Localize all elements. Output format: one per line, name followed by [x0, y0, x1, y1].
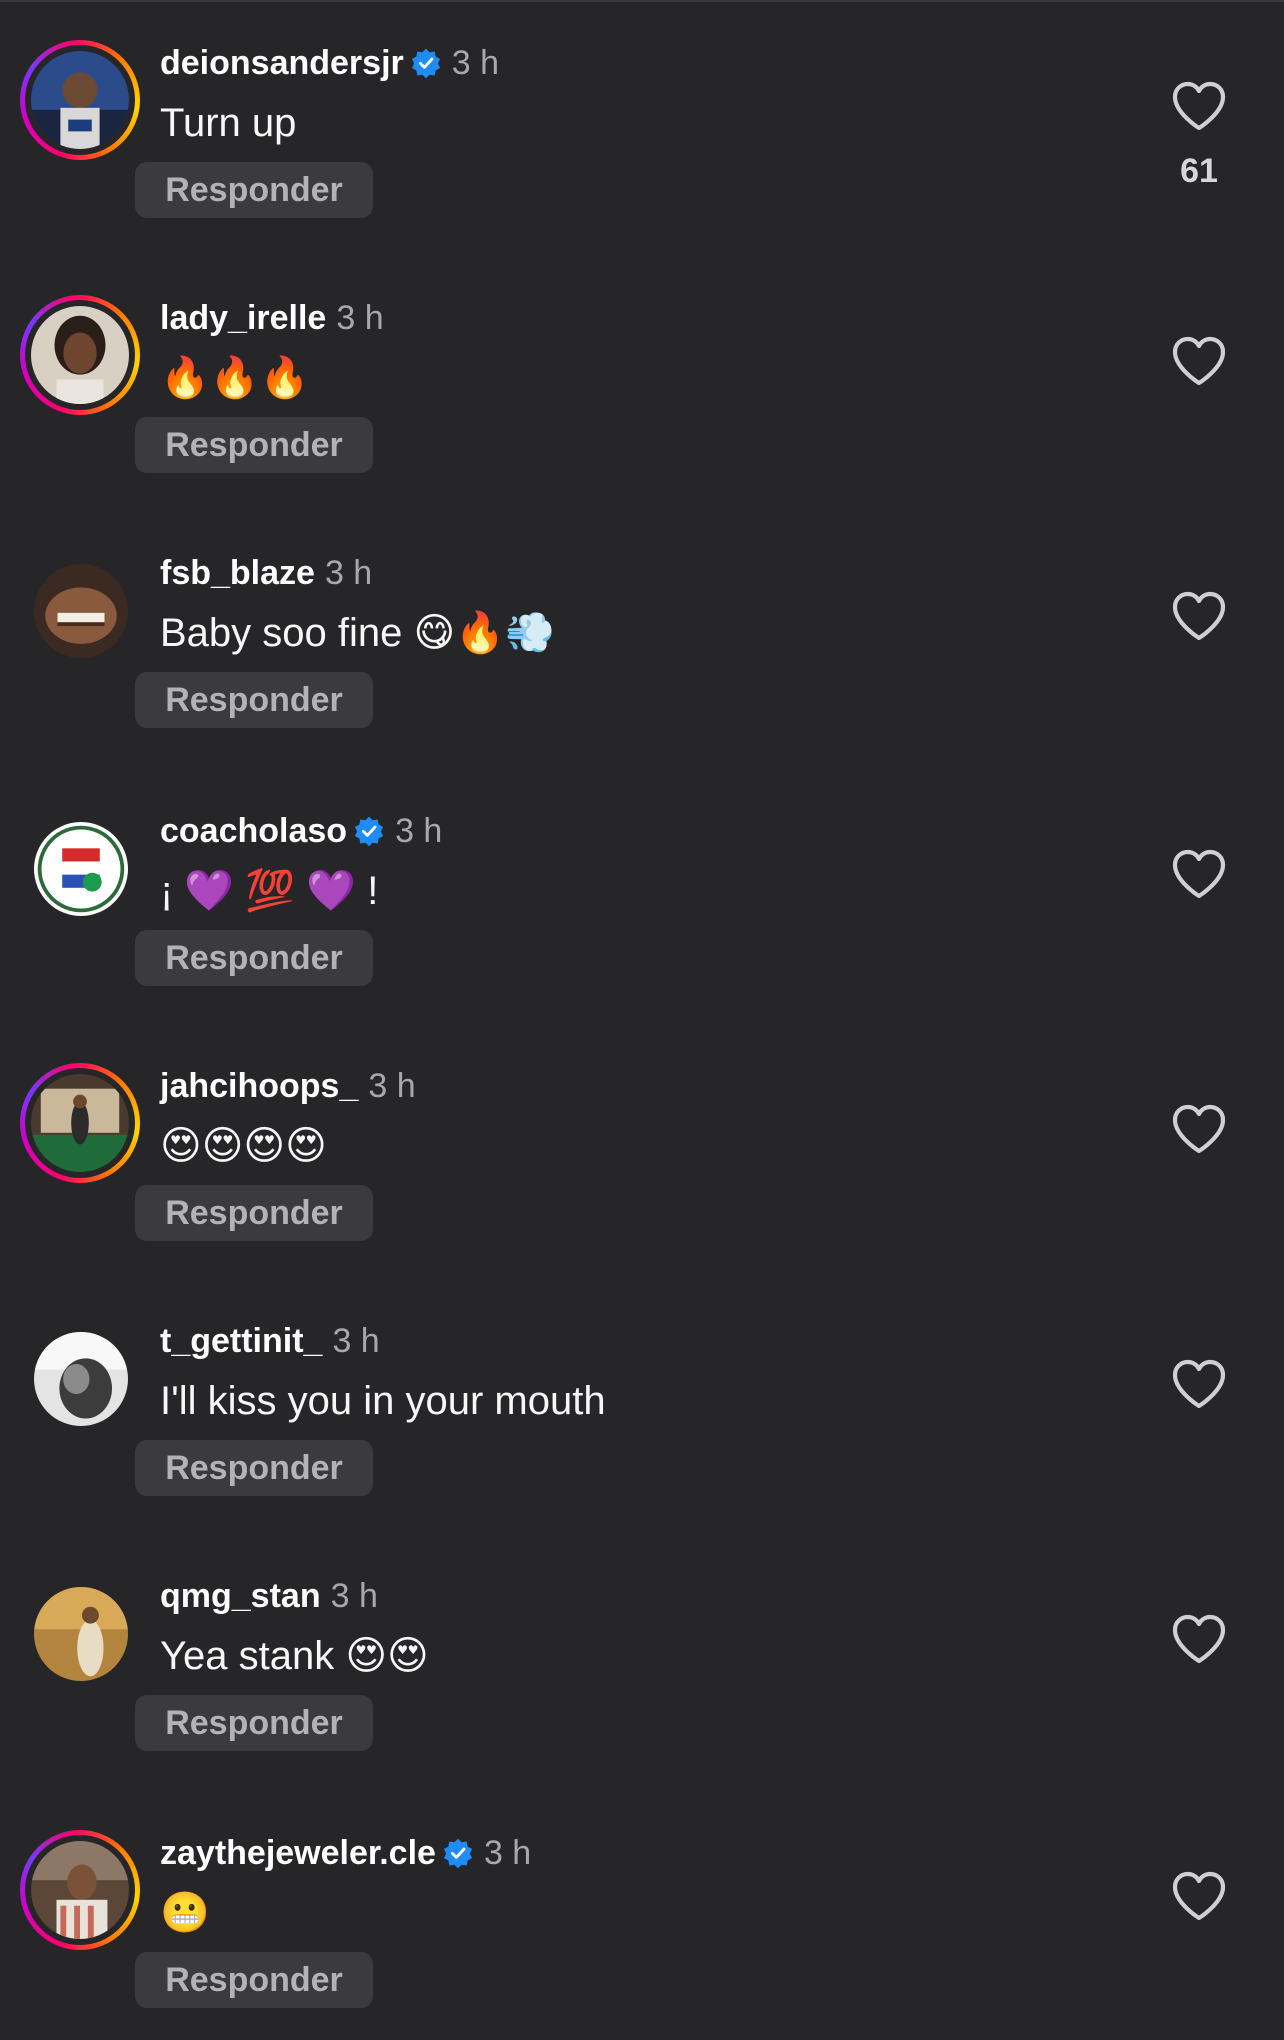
heart-outline-icon[interactable]	[1170, 1870, 1228, 1922]
avatar[interactable]	[34, 1332, 128, 1426]
timestamp: 3 h	[368, 1067, 416, 1105]
avatar[interactable]	[31, 1074, 129, 1172]
comment-item: coacholaso 3 h ¡ 💜 💯 💜 ! Responder	[0, 768, 1284, 1018]
reply-button[interactable]: Responder	[135, 672, 373, 728]
avatar[interactable]	[34, 564, 128, 658]
timestamp: 3 h	[483, 1834, 532, 1872]
reply-button[interactable]: Responder	[135, 1440, 373, 1496]
avatar[interactable]	[34, 822, 128, 916]
timestamp: 3 h	[451, 44, 500, 82]
reply-button[interactable]: Responder	[135, 1185, 373, 1241]
verified-badge-icon	[443, 1838, 473, 1869]
timestamp: 3 h	[332, 1322, 380, 1360]
comment-item: t_gettinit_ 3 h I'll kiss you in your mou…	[0, 1278, 1284, 1528]
like-count: 61	[1180, 152, 1218, 190]
comment-text: 😬	[160, 1891, 210, 1935]
comment-header: t_gettinit_ 3 h	[160, 1320, 380, 1362]
timestamp: 3 h	[324, 554, 373, 592]
username[interactable]: jahcihoops_	[160, 1067, 358, 1105]
reply-button[interactable]: Responder	[135, 930, 373, 986]
comment-item: fsb_blaze 3 h Baby soo fine 😋🔥💨 Responder	[0, 510, 1284, 760]
username[interactable]: lady_irelle	[160, 299, 326, 337]
avatar[interactable]	[34, 1587, 128, 1681]
username[interactable]: deionsandersjr	[160, 44, 404, 82]
avatar-frame[interactable]	[20, 1318, 140, 1438]
comment-text: Baby soo fine 😋🔥💨	[160, 611, 555, 655]
avatar[interactable]	[31, 51, 129, 149]
heart-outline-icon[interactable]	[1170, 335, 1228, 387]
timestamp: 3 h	[395, 812, 443, 850]
heart-outline-icon[interactable]	[1170, 80, 1228, 132]
avatar[interactable]	[31, 306, 129, 404]
reply-button[interactable]: Responder	[135, 1952, 373, 2008]
comment-item: lady_irelle 3 h 🔥🔥🔥 Responder	[0, 255, 1284, 505]
comment-text: ¡ 💜 💯 💜 !	[160, 869, 379, 913]
comment-item: qmg_stan 3 h Yea stank 😍😍 Responder	[0, 1533, 1284, 1783]
reply-button[interactable]: Responder	[135, 417, 373, 473]
avatar-story-ring[interactable]	[20, 295, 140, 415]
heart-outline-icon[interactable]	[1170, 1613, 1228, 1665]
comment-text: Yea stank 😍😍	[160, 1634, 429, 1678]
comment-header: jahcihoops_ 3 h	[160, 1065, 416, 1107]
avatar-frame[interactable]	[20, 1573, 140, 1693]
verified-badge-icon	[354, 816, 384, 847]
verified-badge-icon	[411, 48, 440, 79]
username[interactable]: zaythejeweler.cle	[160, 1834, 436, 1872]
avatar-frame[interactable]	[20, 550, 140, 670]
comment-item: zaythejeweler.cle 3 h 😬 Responder	[0, 1790, 1284, 2040]
username[interactable]: coacholaso	[160, 812, 347, 850]
avatar-story-ring[interactable]	[20, 1063, 140, 1183]
heart-outline-icon[interactable]	[1170, 1103, 1228, 1155]
comment-text: 😍😍😍😍	[160, 1124, 327, 1168]
reply-button[interactable]: Responder	[135, 1695, 373, 1751]
avatar[interactable]	[31, 1841, 129, 1939]
comment-header: qmg_stan 3 h	[160, 1575, 378, 1617]
timestamp: 3 h	[336, 299, 384, 337]
comment-text: Turn up	[160, 101, 297, 145]
comment-header: coacholaso 3 h	[160, 810, 442, 852]
comment-header: fsb_blaze 3 h	[160, 552, 372, 594]
comment-item: deionsandersjr 3 h Turn up Responder 61	[0, 0, 1284, 250]
comment-header: zaythejeweler.cle 3 h	[160, 1832, 531, 1874]
comment-item: jahcihoops_ 3 h 😍😍😍😍 Responder	[0, 1023, 1284, 1273]
comment-text: I'll kiss you in your mouth	[160, 1379, 606, 1423]
comment-text: 🔥🔥🔥	[160, 356, 310, 400]
comment-header: deionsandersjr 3 h	[160, 42, 499, 84]
heart-outline-icon[interactable]	[1170, 590, 1228, 642]
timestamp: 3 h	[330, 1577, 378, 1615]
heart-outline-icon[interactable]	[1170, 1358, 1228, 1410]
username[interactable]: fsb_blaze	[160, 554, 315, 592]
comment-header: lady_irelle 3 h	[160, 297, 384, 339]
username[interactable]: t_gettinit_	[160, 1322, 322, 1360]
avatar-story-ring[interactable]	[20, 1830, 140, 1950]
reply-button[interactable]: Responder	[135, 162, 373, 218]
avatar-frame[interactable]	[20, 808, 140, 928]
heart-outline-icon[interactable]	[1170, 848, 1228, 900]
avatar-story-ring[interactable]	[20, 40, 140, 160]
username[interactable]: qmg_stan	[160, 1577, 321, 1615]
